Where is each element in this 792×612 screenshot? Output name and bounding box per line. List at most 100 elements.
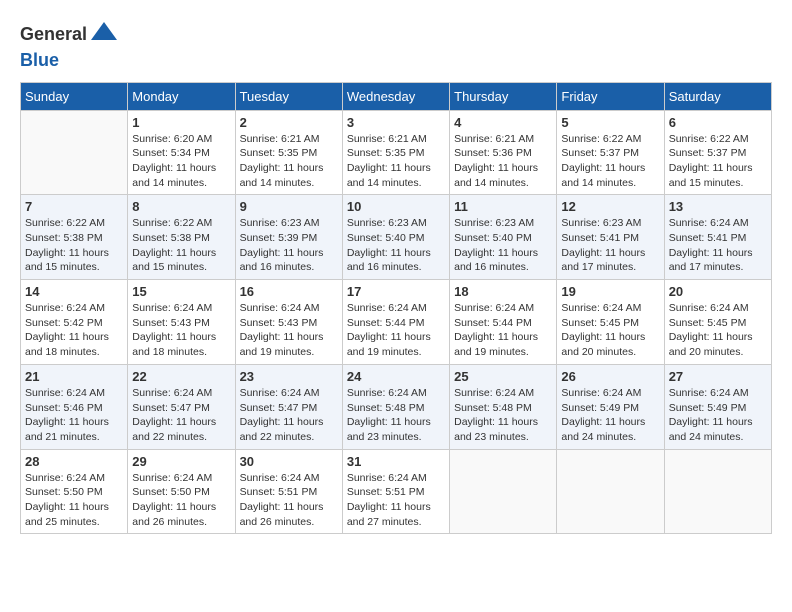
day-detail: Sunrise: 6:24 AMSunset: 5:42 PMDaylight:… (25, 301, 123, 360)
logo-general: General (20, 24, 87, 44)
day-number: 24 (347, 369, 445, 384)
calendar-cell: 5 Sunrise: 6:22 AMSunset: 5:37 PMDaylight… (557, 110, 664, 195)
logo: General Blue (20, 20, 121, 72)
calendar-header-row: SundayMondayTuesdayWednesdayThursdayFrid… (21, 82, 772, 110)
day-number: 28 (25, 454, 123, 469)
calendar-cell (450, 449, 557, 534)
day-detail: Sunrise: 6:24 AMSunset: 5:46 PMDaylight:… (25, 386, 123, 445)
day-number: 22 (132, 369, 230, 384)
calendar-cell: 14 Sunrise: 6:24 AMSunset: 5:42 PMDayligh… (21, 280, 128, 365)
day-number: 1 (132, 115, 230, 130)
day-detail: Sunrise: 6:21 AMSunset: 5:36 PMDaylight:… (454, 132, 552, 191)
day-number: 19 (561, 284, 659, 299)
day-detail: Sunrise: 6:24 AMSunset: 5:44 PMDaylight:… (347, 301, 445, 360)
calendar-cell: 15 Sunrise: 6:24 AMSunset: 5:43 PMDayligh… (128, 280, 235, 365)
day-of-week-header: Wednesday (342, 82, 449, 110)
calendar-cell: 18 Sunrise: 6:24 AMSunset: 5:44 PMDayligh… (450, 280, 557, 365)
day-number: 18 (454, 284, 552, 299)
day-detail: Sunrise: 6:24 AMSunset: 5:50 PMDaylight:… (132, 471, 230, 530)
day-number: 8 (132, 199, 230, 214)
day-detail: Sunrise: 6:22 AMSunset: 5:38 PMDaylight:… (25, 216, 123, 275)
day-detail: Sunrise: 6:24 AMSunset: 5:41 PMDaylight:… (669, 216, 767, 275)
day-number: 30 (240, 454, 338, 469)
day-detail: Sunrise: 6:24 AMSunset: 5:43 PMDaylight:… (132, 301, 230, 360)
logo-blue: Blue (20, 50, 59, 70)
calendar-cell: 8 Sunrise: 6:22 AMSunset: 5:38 PMDaylight… (128, 195, 235, 280)
day-number: 10 (347, 199, 445, 214)
calendar-table: SundayMondayTuesdayWednesdayThursdayFrid… (20, 82, 772, 535)
calendar-cell: 24 Sunrise: 6:24 AMSunset: 5:48 PMDayligh… (342, 364, 449, 449)
day-detail: Sunrise: 6:24 AMSunset: 5:47 PMDaylight:… (240, 386, 338, 445)
day-number: 9 (240, 199, 338, 214)
day-detail: Sunrise: 6:23 AMSunset: 5:39 PMDaylight:… (240, 216, 338, 275)
day-of-week-header: Saturday (664, 82, 771, 110)
day-detail: Sunrise: 6:20 AMSunset: 5:34 PMDaylight:… (132, 132, 230, 191)
day-number: 25 (454, 369, 552, 384)
day-detail: Sunrise: 6:21 AMSunset: 5:35 PMDaylight:… (240, 132, 338, 191)
day-detail: Sunrise: 6:24 AMSunset: 5:51 PMDaylight:… (347, 471, 445, 530)
day-detail: Sunrise: 6:22 AMSunset: 5:37 PMDaylight:… (669, 132, 767, 191)
calendar-cell: 21 Sunrise: 6:24 AMSunset: 5:46 PMDayligh… (21, 364, 128, 449)
calendar-cell: 11 Sunrise: 6:23 AMSunset: 5:40 PMDayligh… (450, 195, 557, 280)
calendar-cell: 2 Sunrise: 6:21 AMSunset: 5:35 PMDaylight… (235, 110, 342, 195)
day-detail: Sunrise: 6:24 AMSunset: 5:51 PMDaylight:… (240, 471, 338, 530)
calendar-cell: 25Sunrise: 6:24 AMSunset: 5:48 PMDayligh… (450, 364, 557, 449)
day-detail: Sunrise: 6:21 AMSunset: 5:35 PMDaylight:… (347, 132, 445, 191)
day-number: 29 (132, 454, 230, 469)
calendar-cell: 26 Sunrise: 6:24 AMSunset: 5:49 PMDayligh… (557, 364, 664, 449)
day-detail: Sunrise: 6:23 AMSunset: 5:41 PMDaylight:… (561, 216, 659, 275)
calendar-cell: 1 Sunrise: 6:20 AMSunset: 5:34 PMDaylight… (128, 110, 235, 195)
day-detail: Sunrise: 6:24 AMSunset: 5:49 PMDaylight:… (669, 386, 767, 445)
calendar-cell: 19Sunrise: 6:24 AMSunset: 5:45 PMDayligh… (557, 280, 664, 365)
day-detail: Sunrise: 6:24 AMSunset: 5:45 PMDaylight:… (669, 301, 767, 360)
calendar-cell (21, 110, 128, 195)
day-number: 16 (240, 284, 338, 299)
day-number: 14 (25, 284, 123, 299)
calendar-cell: 10 Sunrise: 6:23 AMSunset: 5:40 PMDayligh… (342, 195, 449, 280)
calendar-cell: 9 Sunrise: 6:23 AMSunset: 5:39 PMDaylight… (235, 195, 342, 280)
day-detail: Sunrise: 6:24 AMSunset: 5:44 PMDaylight:… (454, 301, 552, 360)
day-detail: Sunrise: 6:22 AMSunset: 5:38 PMDaylight:… (132, 216, 230, 275)
calendar-cell: 23 Sunrise: 6:24 AMSunset: 5:47 PMDayligh… (235, 364, 342, 449)
day-detail: Sunrise: 6:24 AMSunset: 5:49 PMDaylight:… (561, 386, 659, 445)
day-detail: Sunrise: 6:22 AMSunset: 5:37 PMDaylight:… (561, 132, 659, 191)
calendar-cell: 13 Sunrise: 6:24 AMSunset: 5:41 PMDayligh… (664, 195, 771, 280)
day-detail: Sunrise: 6:24 AMSunset: 5:50 PMDaylight:… (25, 471, 123, 530)
day-number: 26 (561, 369, 659, 384)
day-detail: Sunrise: 6:23 AMSunset: 5:40 PMDaylight:… (347, 216, 445, 275)
calendar-cell: 28 Sunrise: 6:24 AMSunset: 5:50 PMDayligh… (21, 449, 128, 534)
day-number: 2 (240, 115, 338, 130)
day-number: 13 (669, 199, 767, 214)
day-of-week-header: Sunday (21, 82, 128, 110)
day-of-week-header: Monday (128, 82, 235, 110)
calendar-cell: 27 Sunrise: 6:24 AMSunset: 5:49 PMDayligh… (664, 364, 771, 449)
day-of-week-header: Friday (557, 82, 664, 110)
day-number: 21 (25, 369, 123, 384)
calendar-cell: 7 Sunrise: 6:22 AMSunset: 5:38 PMDaylight… (21, 195, 128, 280)
day-number: 11 (454, 199, 552, 214)
day-number: 17 (347, 284, 445, 299)
calendar-cell: 29 Sunrise: 6:24 AMSunset: 5:50 PMDayligh… (128, 449, 235, 534)
day-number: 5 (561, 115, 659, 130)
calendar-cell (664, 449, 771, 534)
calendar-cell: 16Sunrise: 6:24 AMSunset: 5:43 PMDayligh… (235, 280, 342, 365)
day-detail: Sunrise: 6:24 AMSunset: 5:48 PMDaylight:… (347, 386, 445, 445)
day-detail: Sunrise: 6:24 AMSunset: 5:47 PMDaylight:… (132, 386, 230, 445)
day-number: 23 (240, 369, 338, 384)
day-number: 12 (561, 199, 659, 214)
day-number: 6 (669, 115, 767, 130)
calendar-cell: 3 Sunrise: 6:21 AMSunset: 5:35 PMDaylight… (342, 110, 449, 195)
calendar-cell: 17 Sunrise: 6:24 AMSunset: 5:44 PMDayligh… (342, 280, 449, 365)
calendar-cell: 31Sunrise: 6:24 AMSunset: 5:51 PMDayligh… (342, 449, 449, 534)
day-number: 4 (454, 115, 552, 130)
day-number: 27 (669, 369, 767, 384)
logo-icon (89, 20, 119, 50)
calendar-cell: 12 Sunrise: 6:23 AMSunset: 5:41 PMDayligh… (557, 195, 664, 280)
day-number: 3 (347, 115, 445, 130)
day-detail: Sunrise: 6:23 AMSunset: 5:40 PMDaylight:… (454, 216, 552, 275)
day-number: 20 (669, 284, 767, 299)
day-of-week-header: Tuesday (235, 82, 342, 110)
day-number: 15 (132, 284, 230, 299)
day-number: 7 (25, 199, 123, 214)
calendar-cell: 6 Sunrise: 6:22 AMSunset: 5:37 PMDaylight… (664, 110, 771, 195)
